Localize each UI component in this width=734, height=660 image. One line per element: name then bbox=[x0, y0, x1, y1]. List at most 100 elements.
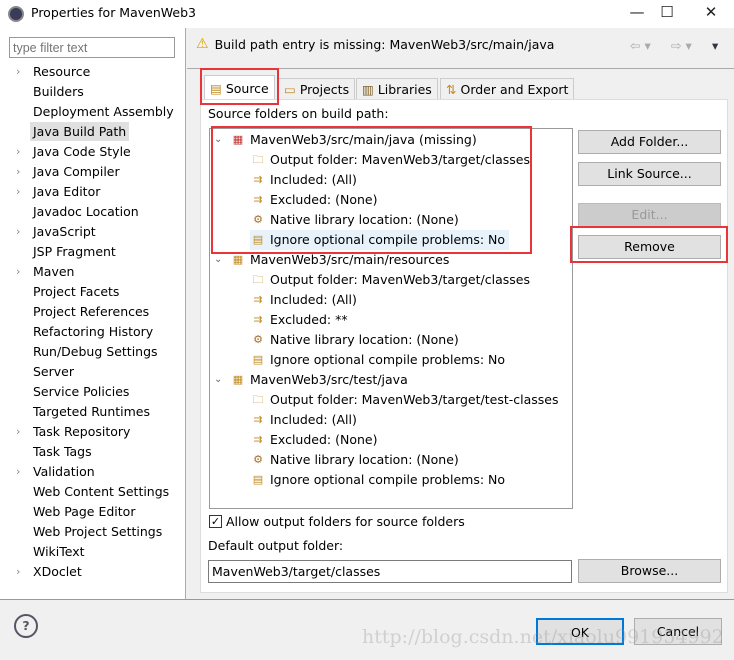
tab-projects[interactable]: ▭ Projects bbox=[278, 78, 356, 100]
folder-attribute-row[interactable]: ⚙ Native library location: (None) bbox=[250, 210, 459, 230]
nav-item[interactable]: Task Tags bbox=[30, 442, 95, 461]
nav-item[interactable]: Web Page Editor bbox=[30, 502, 138, 521]
package-folder-icon: ▦ bbox=[232, 373, 244, 386]
allow-output-option[interactable]: ✓ Allow output folders for source folder… bbox=[209, 514, 465, 529]
source-folder-row[interactable]: ⌄ ▦ MavenWeb3/src/main/resources bbox=[214, 250, 449, 270]
remove-button[interactable]: Remove bbox=[578, 235, 721, 259]
nav-item[interactable]: Java Build Path bbox=[30, 122, 130, 141]
link-source-button[interactable]: Link Source... bbox=[578, 162, 721, 186]
native-library-icon: ⚙ bbox=[253, 333, 263, 346]
folder-label: MavenWeb3/src/main/resources bbox=[250, 252, 450, 267]
ignore-problems-icon: ▤ bbox=[252, 353, 264, 366]
tab-libraries[interactable]: ▥ Libraries bbox=[356, 78, 438, 100]
nav-item[interactable]: Web Project Settings bbox=[30, 522, 165, 541]
nav-item[interactable]: Run/Debug Settings bbox=[30, 342, 161, 361]
browse-button[interactable]: Browse... bbox=[578, 559, 721, 583]
attribute-label: Output folder: MavenWeb3/target/test-cla… bbox=[270, 392, 559, 407]
source-folder-row[interactable]: ⌄ ▦ MavenWeb3/src/test/java bbox=[214, 370, 408, 390]
folder-attribute-row[interactable]: 🗀 Output folder: MavenWeb3/target/classes bbox=[250, 270, 530, 290]
ok-button[interactable]: OK bbox=[536, 618, 624, 645]
nav-item[interactable]: XDoclet bbox=[30, 562, 85, 581]
nav-item[interactable]: Maven bbox=[30, 262, 77, 281]
allow-output-checkbox[interactable]: ✓ bbox=[209, 515, 222, 528]
nav-item[interactable]: Task Repository bbox=[30, 422, 133, 441]
folder-attribute-row[interactable]: ▤ Ignore optional compile problems: No bbox=[250, 470, 505, 490]
filter-input[interactable] bbox=[9, 37, 175, 58]
nav-item[interactable]: Targeted Runtimes bbox=[30, 402, 153, 421]
view-menu-icon[interactable]: ▾ bbox=[712, 38, 718, 53]
folder-attribute-row[interactable]: ▤ Ignore optional compile problems: No bbox=[250, 230, 510, 250]
source-folder-row[interactable]: ⌄ ▦ MavenWeb3/src/main/java (missing) bbox=[214, 130, 477, 150]
folder-attribute-row[interactable]: ▤ Ignore optional compile problems: No bbox=[250, 350, 505, 370]
tab-label: Source bbox=[225, 80, 269, 96]
header-message-text: Build path entry is missing: MavenWeb3/s… bbox=[214, 36, 555, 52]
expand-chevron-icon[interactable]: › bbox=[16, 422, 20, 441]
output-folder-icon: 🗀 bbox=[252, 393, 264, 406]
included-icon: ⇉ bbox=[253, 413, 263, 426]
default-output-input[interactable]: MavenWeb3/target/classes bbox=[208, 560, 572, 583]
folder-attribute-row[interactable]: 🗀 Output folder: MavenWeb3/target/classes bbox=[250, 150, 530, 170]
nav-item[interactable]: Project Facets bbox=[30, 282, 122, 301]
tab-order-export[interactable]: ⇅ Order and Export bbox=[440, 78, 575, 100]
folder-attribute-row[interactable]: 🗀 Output folder: MavenWeb3/target/test-cl… bbox=[250, 390, 559, 410]
help-icon[interactable]: ? bbox=[14, 614, 38, 638]
order-icon: ⇅ bbox=[446, 82, 457, 97]
nav-item[interactable]: JSP Fragment bbox=[30, 242, 119, 261]
expand-chevron-icon[interactable]: › bbox=[16, 222, 20, 241]
collapse-chevron-icon[interactable]: ⌄ bbox=[214, 370, 226, 390]
folder-label: MavenWeb3/src/test/java bbox=[250, 372, 408, 387]
expand-chevron-icon[interactable]: › bbox=[16, 562, 20, 581]
nav-item[interactable]: Validation bbox=[30, 462, 98, 481]
nav-item[interactable]: Web Content Settings bbox=[30, 482, 172, 501]
folder-attribute-row[interactable]: ⇉ Excluded: (None) bbox=[250, 430, 377, 450]
folder-attribute-row[interactable]: ⇉ Excluded: (None) bbox=[250, 190, 377, 210]
nav-item[interactable]: Project References bbox=[30, 302, 152, 321]
nav-item[interactable]: Java Compiler bbox=[30, 162, 123, 181]
source-tree[interactable]: ⌄ ▦ MavenWeb3/src/main/java (missing) 🗀 Outp… bbox=[209, 128, 573, 509]
add-folder-button[interactable]: Add Folder... bbox=[578, 130, 721, 154]
project-icon: ▭ bbox=[284, 82, 296, 97]
folder-attribute-row[interactable]: ⚙ Native library location: (None) bbox=[250, 450, 459, 470]
output-folder-icon: 🗀 bbox=[252, 153, 264, 166]
collapse-chevron-icon[interactable]: ⌄ bbox=[214, 130, 226, 150]
title-bar: Properties for MavenWeb3 — ☐ ✕ bbox=[0, 0, 734, 28]
attribute-label: Ignore optional compile problems: No bbox=[270, 472, 506, 487]
expand-chevron-icon[interactable]: › bbox=[16, 162, 20, 181]
nav-item[interactable]: JavaScript bbox=[30, 222, 99, 241]
nav-item[interactable]: Service Policies bbox=[30, 382, 132, 401]
collapse-chevron-icon[interactable]: ⌄ bbox=[214, 250, 226, 270]
minimize-button[interactable]: — bbox=[622, 3, 652, 25]
nav-item[interactable]: Resource bbox=[30, 62, 93, 81]
close-button[interactable]: ✕ bbox=[696, 3, 726, 25]
source-tab-panel: Source folders on build path: ⌄ ▦ MavenWeb… bbox=[200, 99, 728, 593]
folder-attribute-row[interactable]: ⇉ Included: (All) bbox=[250, 290, 357, 310]
attribute-label: Included: (All) bbox=[270, 412, 357, 427]
nav-item[interactable]: Java Editor bbox=[30, 182, 103, 201]
nav-item[interactable]: Refactoring History bbox=[30, 322, 156, 341]
nav-item[interactable]: Java Code Style bbox=[30, 142, 134, 161]
attribute-label: Included: (All) bbox=[270, 292, 357, 307]
folder-attribute-row[interactable]: ⇉ Included: (All) bbox=[250, 170, 356, 190]
ignore-problems-icon: ▤ bbox=[252, 473, 264, 486]
cancel-button[interactable]: Cancel bbox=[634, 618, 722, 645]
nav-item[interactable]: Javadoc Location bbox=[30, 202, 142, 221]
nav-item[interactable]: Builders bbox=[30, 82, 87, 101]
properties-page: ⚠ Build path entry is missing: MavenWeb3… bbox=[187, 28, 734, 599]
expand-chevron-icon[interactable]: › bbox=[16, 262, 20, 281]
edit-button[interactable]: Edit... bbox=[578, 203, 721, 227]
folder-attribute-row[interactable]: ⇉ Excluded: ** bbox=[250, 310, 347, 330]
folder-label: MavenWeb3/src/main/java (missing) bbox=[250, 132, 477, 147]
back-icon[interactable]: ⇦ ▾ bbox=[630, 38, 651, 53]
expand-chevron-icon[interactable]: › bbox=[16, 182, 20, 201]
expand-chevron-icon[interactable]: › bbox=[16, 462, 20, 481]
nav-item[interactable]: Deployment Assembly bbox=[30, 102, 177, 121]
forward-icon[interactable]: ⇨ ▾ bbox=[671, 38, 692, 53]
expand-chevron-icon[interactable]: › bbox=[16, 142, 20, 161]
nav-item[interactable]: Server bbox=[30, 362, 77, 381]
tab-source[interactable]: ▤ Source bbox=[204, 75, 275, 100]
expand-chevron-icon[interactable]: › bbox=[16, 62, 20, 81]
folder-attribute-row[interactable]: ⇉ Included: (All) bbox=[250, 410, 357, 430]
folder-attribute-row[interactable]: ⚙ Native library location: (None) bbox=[250, 330, 459, 350]
maximize-button[interactable]: ☐ bbox=[652, 3, 682, 25]
nav-item[interactable]: WikiText bbox=[30, 542, 88, 561]
